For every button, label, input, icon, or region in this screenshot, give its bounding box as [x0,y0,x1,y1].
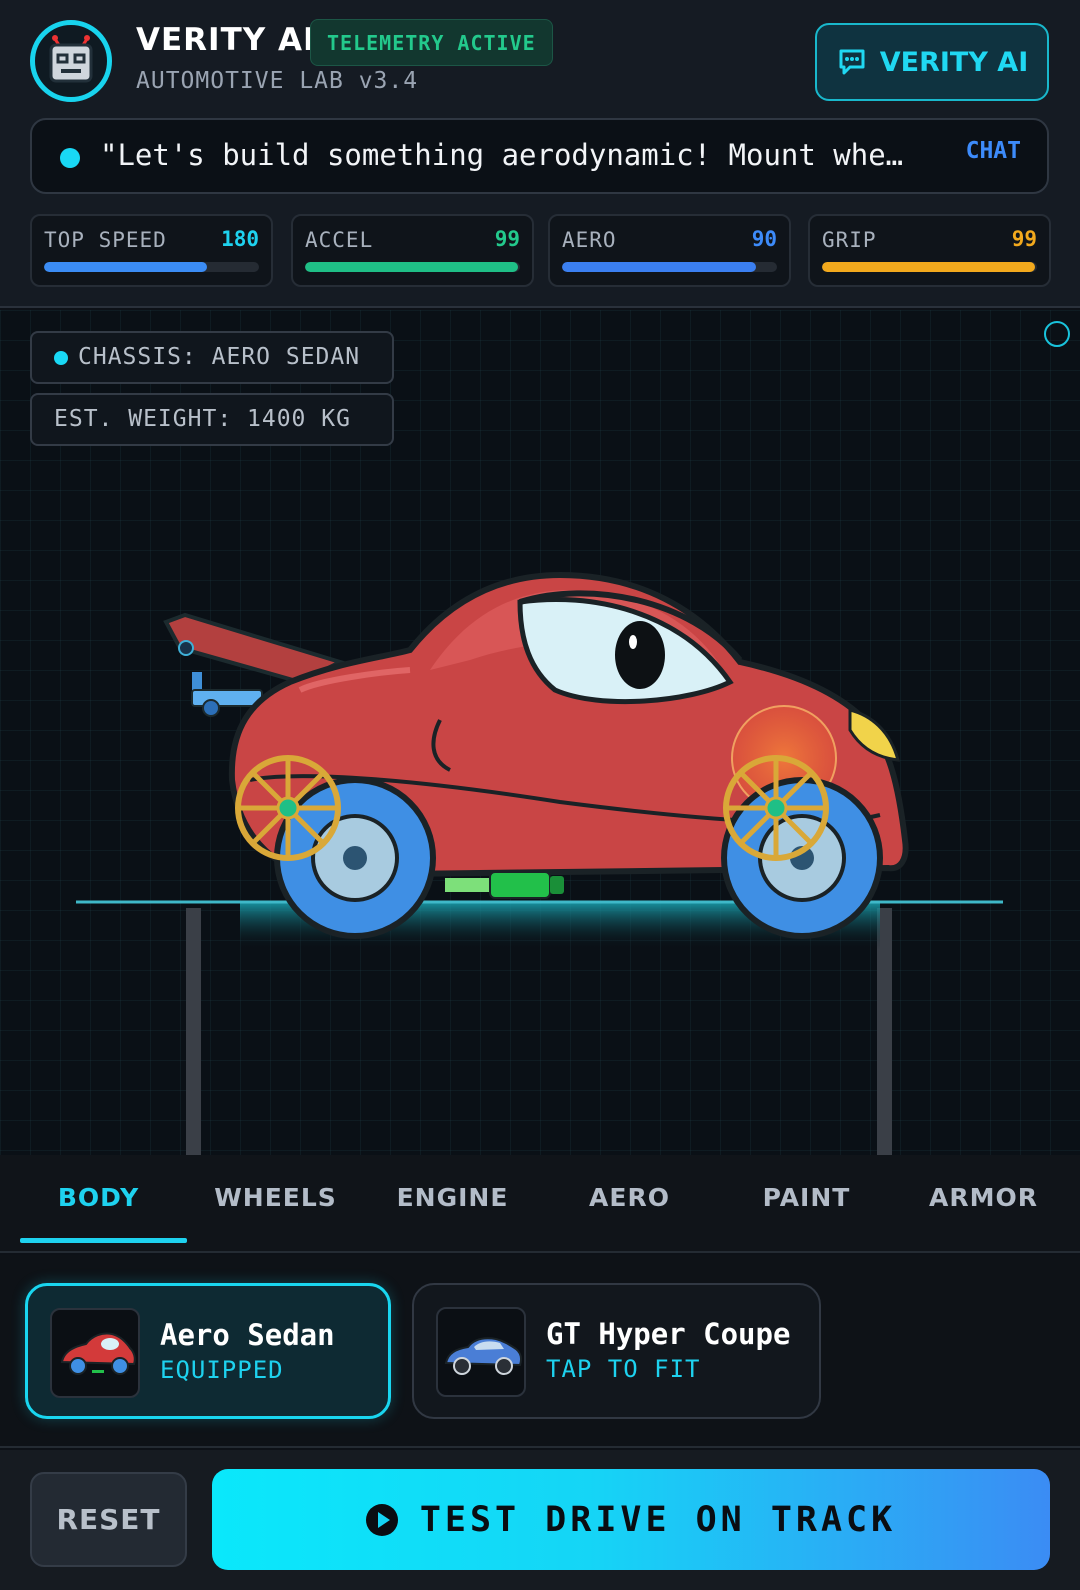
verity-chat-button[interactable]: VERITY AI [815,23,1049,101]
play-icon [365,1503,398,1536]
stat-label: ACCEL [305,228,374,252]
stat-bar-fill [305,262,518,272]
stat-bar [822,262,1037,272]
garage-stage: CHASSIS: AERO SEDAN EST. WEIGHT: 1400 KG [0,310,1080,1155]
part-name: Aero Sedan [160,1318,335,1352]
tab-paint[interactable]: PAINT [718,1155,895,1253]
category-tabs: BODY WHEELS ENGINE AERO PAINT ARMOR [0,1155,1080,1253]
stat-bar [44,262,259,272]
open-chat-link[interactable]: CHAT [966,138,1021,164]
part-card-aero-sedan[interactable]: Aero Sedan EQUIPPED [25,1283,391,1419]
status-dot [54,351,68,365]
weight-label: EST. WEIGHT: 1400 KG [54,406,351,432]
test-drive-label: TEST DRIVE ON TRACK [419,1499,897,1540]
part-status: EQUIPPED [160,1356,284,1384]
brand-title: VERITY AI [136,22,316,58]
stat-bar-fill [562,262,756,272]
chassis-chip: CHASSIS: AERO SEDAN [30,331,394,384]
tab-wheels[interactable]: WHEELS [187,1155,364,1253]
test-drive-button[interactable]: TEST DRIVE ON TRACK [212,1469,1050,1570]
stat-value: 90 [751,227,777,251]
app-subtitle: AUTOMOTIVE LAB v3.4 [136,68,419,94]
stat-value: 99 [1011,227,1037,251]
stat-card-accel: ACCEL 99 [291,214,534,287]
part-name: GT Hyper Coupe [546,1317,791,1351]
stat-label: AERO [562,228,617,252]
header: VERITY AI TELEMETRY ACTIVE AUTOMOTIVE LA… [0,0,1080,308]
car-thumbnail-icon [50,1308,140,1398]
tab-engine[interactable]: ENGINE [364,1155,541,1253]
tab-aero[interactable]: AERO [541,1155,718,1253]
assistant-message-bar[interactable]: "Let's build something aerodynamic! Moun… [30,118,1049,194]
stat-bar-fill [44,262,208,272]
stat-bar-fill [822,262,1035,272]
telemetry-badge: TELEMETRY ACTIVE [310,19,553,66]
chassis-label: CHASSIS: AERO SEDAN [78,344,361,370]
stat-card-grip: GRIP 99 [808,214,1051,287]
robot-face-icon [30,20,112,102]
stat-bar [305,262,520,272]
chat-button-label: VERITY AI [879,46,1029,78]
stat-card-aero: AERO 90 [548,214,791,287]
weight-chip: EST. WEIGHT: 1400 KG [30,393,394,446]
target-ring-icon[interactable] [1044,321,1070,347]
chat-bubble-icon [839,49,865,75]
lift-leg-left [186,908,201,1155]
footer: RESET TEST DRIVE ON TRACK [0,1450,1080,1590]
assistant-message: "Let's build something aerodynamic! Moun… [100,138,904,172]
stat-bar [562,262,777,272]
part-card-gt-hyper-coupe[interactable]: GT Hyper Coupe TAP TO FIT [412,1283,821,1419]
stat-value: 180 [221,227,259,251]
stat-value: 99 [494,227,520,251]
reset-button[interactable]: RESET [30,1472,187,1567]
stat-label: GRIP [822,228,877,252]
tab-armor[interactable]: ARMOR [895,1155,1072,1253]
parts-list: Aero Sedan EQUIPPED GT Hyper Coupe TAP T… [0,1255,1080,1448]
stat-card-top-speed: TOP SPEED 180 [30,214,273,287]
car-thumbnail-icon [436,1307,526,1397]
tab-body[interactable]: BODY [10,1155,187,1253]
stat-label: TOP SPEED [44,228,167,252]
live-indicator-dot [60,148,80,168]
part-status: TAP TO FIT [546,1355,701,1383]
